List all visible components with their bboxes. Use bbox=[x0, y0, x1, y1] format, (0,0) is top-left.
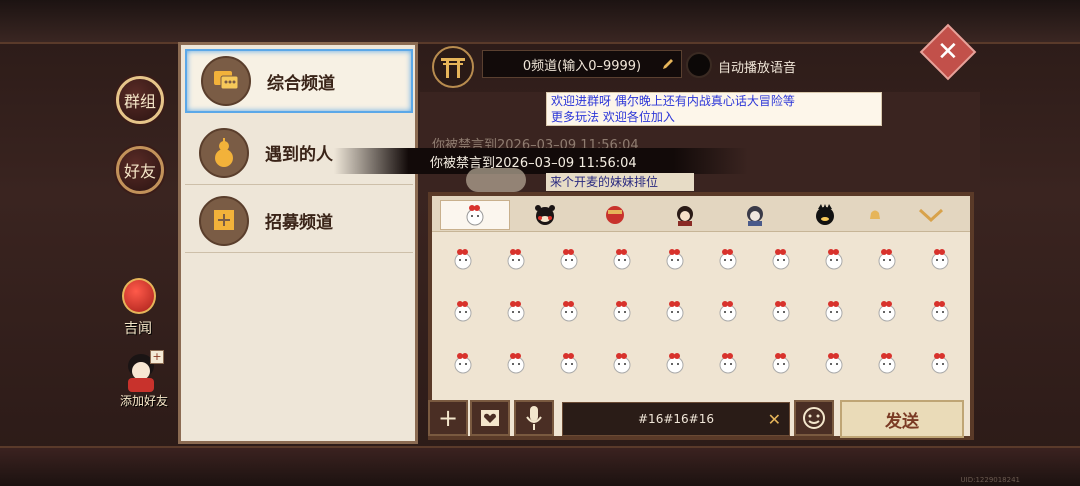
chicken-icon bbox=[466, 205, 484, 226]
torii-channel-button[interactable] bbox=[432, 46, 474, 88]
emoji-sticker[interactable] bbox=[505, 300, 527, 322]
group-label: 群组 bbox=[123, 92, 156, 111]
emoji-tab-chicken[interactable] bbox=[440, 200, 510, 230]
chat-message-faint: 来个开麦的妹妹排位 bbox=[546, 173, 694, 191]
emoji-sticker[interactable] bbox=[611, 352, 633, 374]
emoji-tabs-expand[interactable] bbox=[906, 200, 956, 230]
emoji-sticker[interactable] bbox=[664, 352, 686, 374]
pencil-icon bbox=[663, 59, 673, 69]
auto-voice-label: 自动播放语音 bbox=[718, 61, 797, 76]
torii-icon bbox=[441, 58, 465, 78]
emoji-sticker[interactable] bbox=[611, 300, 633, 322]
emoji-tab-character-1[interactable] bbox=[650, 200, 720, 230]
message-line-2: 更多玩法 欢迎各位加入 bbox=[551, 110, 675, 124]
avatar bbox=[466, 168, 526, 192]
emoji-sticker[interactable] bbox=[770, 300, 792, 322]
emoji-sticker[interactable] bbox=[876, 248, 898, 270]
emoji-sticker[interactable] bbox=[929, 248, 951, 270]
bell-icon bbox=[870, 210, 880, 219]
favorite-button[interactable] bbox=[470, 400, 510, 436]
emoji-tab-bear[interactable] bbox=[510, 200, 580, 230]
red-mask-icon bbox=[606, 206, 624, 224]
emoji-sticker[interactable] bbox=[558, 352, 580, 374]
chat-bubble-icon bbox=[201, 56, 251, 106]
bear-icon bbox=[535, 205, 555, 225]
send-button[interactable]: 发送 bbox=[840, 400, 964, 438]
emoji-sticker[interactable] bbox=[664, 300, 686, 322]
emoji-tab-bell[interactable] bbox=[860, 200, 890, 230]
emoji-sticker[interactable] bbox=[717, 300, 739, 322]
emoji-sticker[interactable] bbox=[876, 352, 898, 374]
add-friend-character-icon[interactable]: + bbox=[122, 350, 164, 392]
friends-button[interactable]: 好友 bbox=[116, 146, 164, 194]
emoji-sticker[interactable] bbox=[664, 248, 686, 270]
emoji-sticker[interactable] bbox=[611, 248, 633, 270]
emoji-sticker[interactable] bbox=[823, 248, 845, 270]
close-icon: ✕ bbox=[937, 36, 959, 67]
emoji-sticker[interactable] bbox=[929, 352, 951, 374]
penguin-icon bbox=[816, 204, 834, 225]
emoji-sticker[interactable] bbox=[558, 248, 580, 270]
emoji-toggle-button[interactable] bbox=[794, 400, 834, 436]
send-label: 发送 bbox=[885, 411, 919, 432]
channel-label-recruit: 招募频道 bbox=[265, 213, 333, 233]
message-input[interactable]: #16#16#16 ✕ bbox=[562, 402, 790, 436]
channel-list-panel: 综合频道 遇到的人 招募频道 bbox=[178, 42, 418, 444]
channel-label-met-people: 遇到的人 bbox=[265, 145, 333, 165]
uid-text: UID:1229018241 bbox=[960, 476, 1020, 484]
emoji-sticker[interactable] bbox=[770, 352, 792, 374]
emoji-sticker[interactable] bbox=[823, 352, 845, 374]
emoji-sticker[interactable] bbox=[717, 352, 739, 374]
gourd-icon bbox=[199, 127, 249, 178]
message-line-1: 欢迎进群呀 偶尔晚上还有内战真心话大冒险等 bbox=[551, 94, 795, 108]
channel-item-recruit[interactable]: 招募频道 bbox=[185, 189, 413, 253]
plus-icon: + bbox=[437, 404, 459, 432]
emoji-tab-badtz[interactable] bbox=[790, 200, 860, 230]
emoji-sticker[interactable] bbox=[929, 300, 951, 322]
emoji-sticker[interactable] bbox=[505, 352, 527, 374]
microphone-icon bbox=[526, 406, 542, 430]
character-icon bbox=[747, 206, 763, 226]
emoji-sticker[interactable] bbox=[823, 300, 845, 322]
friends-label: 好友 bbox=[123, 162, 156, 181]
message-input-value: #16#16#16 bbox=[638, 412, 714, 426]
emoji-sticker[interactable] bbox=[505, 248, 527, 270]
character-icon bbox=[677, 206, 693, 226]
channel-number-input[interactable]: 0频道(输入0–9999) bbox=[482, 50, 682, 78]
emoji-tab-character-2[interactable] bbox=[720, 200, 790, 230]
emoji-sticker[interactable] bbox=[770, 248, 792, 270]
emoji-sticker[interactable] bbox=[452, 300, 474, 322]
add-button[interactable]: + bbox=[428, 400, 468, 436]
channel-item-general[interactable]: 综合频道 bbox=[185, 49, 413, 113]
voice-button[interactable] bbox=[514, 400, 554, 436]
chat-message-bubble: 欢迎进群呀 偶尔晚上还有内战真心话大冒险等 更多玩法 欢迎各位加入 bbox=[546, 92, 882, 126]
recruit-flag-icon bbox=[199, 195, 249, 246]
emoji-sticker[interactable] bbox=[717, 248, 739, 270]
jiwen-label: 吉闻 bbox=[124, 321, 152, 337]
channel-input-text: 0频道(输入0–9999) bbox=[522, 58, 642, 74]
emoji-tab-mask[interactable] bbox=[580, 200, 650, 230]
group-button[interactable]: 群组 bbox=[116, 76, 164, 124]
lantern-icon[interactable] bbox=[122, 278, 156, 314]
clear-input-icon[interactable]: ✕ bbox=[768, 410, 781, 429]
add-friend-label[interactable]: 添加好友 bbox=[120, 392, 168, 409]
emoji-sticker[interactable] bbox=[452, 352, 474, 374]
emoji-sticker[interactable] bbox=[452, 248, 474, 270]
emoji-tab-bar bbox=[432, 196, 970, 232]
mute-toast-text: 你被禁言到2026–03–09 11:56:04 bbox=[430, 155, 637, 171]
top-banner bbox=[0, 0, 1080, 44]
emoji-sticker[interactable] bbox=[558, 300, 580, 322]
bottom-banner bbox=[0, 446, 1080, 486]
auto-voice-toggle[interactable] bbox=[686, 52, 712, 78]
mute-toast: 你被禁言到2026–03–09 11:56:04 bbox=[334, 148, 748, 174]
channel-label-general: 综合频道 bbox=[267, 73, 335, 94]
chevron-down-icon bbox=[918, 208, 944, 222]
emoji-sticker[interactable] bbox=[876, 300, 898, 322]
heart-card-icon bbox=[481, 410, 499, 426]
smiley-icon bbox=[803, 407, 825, 429]
